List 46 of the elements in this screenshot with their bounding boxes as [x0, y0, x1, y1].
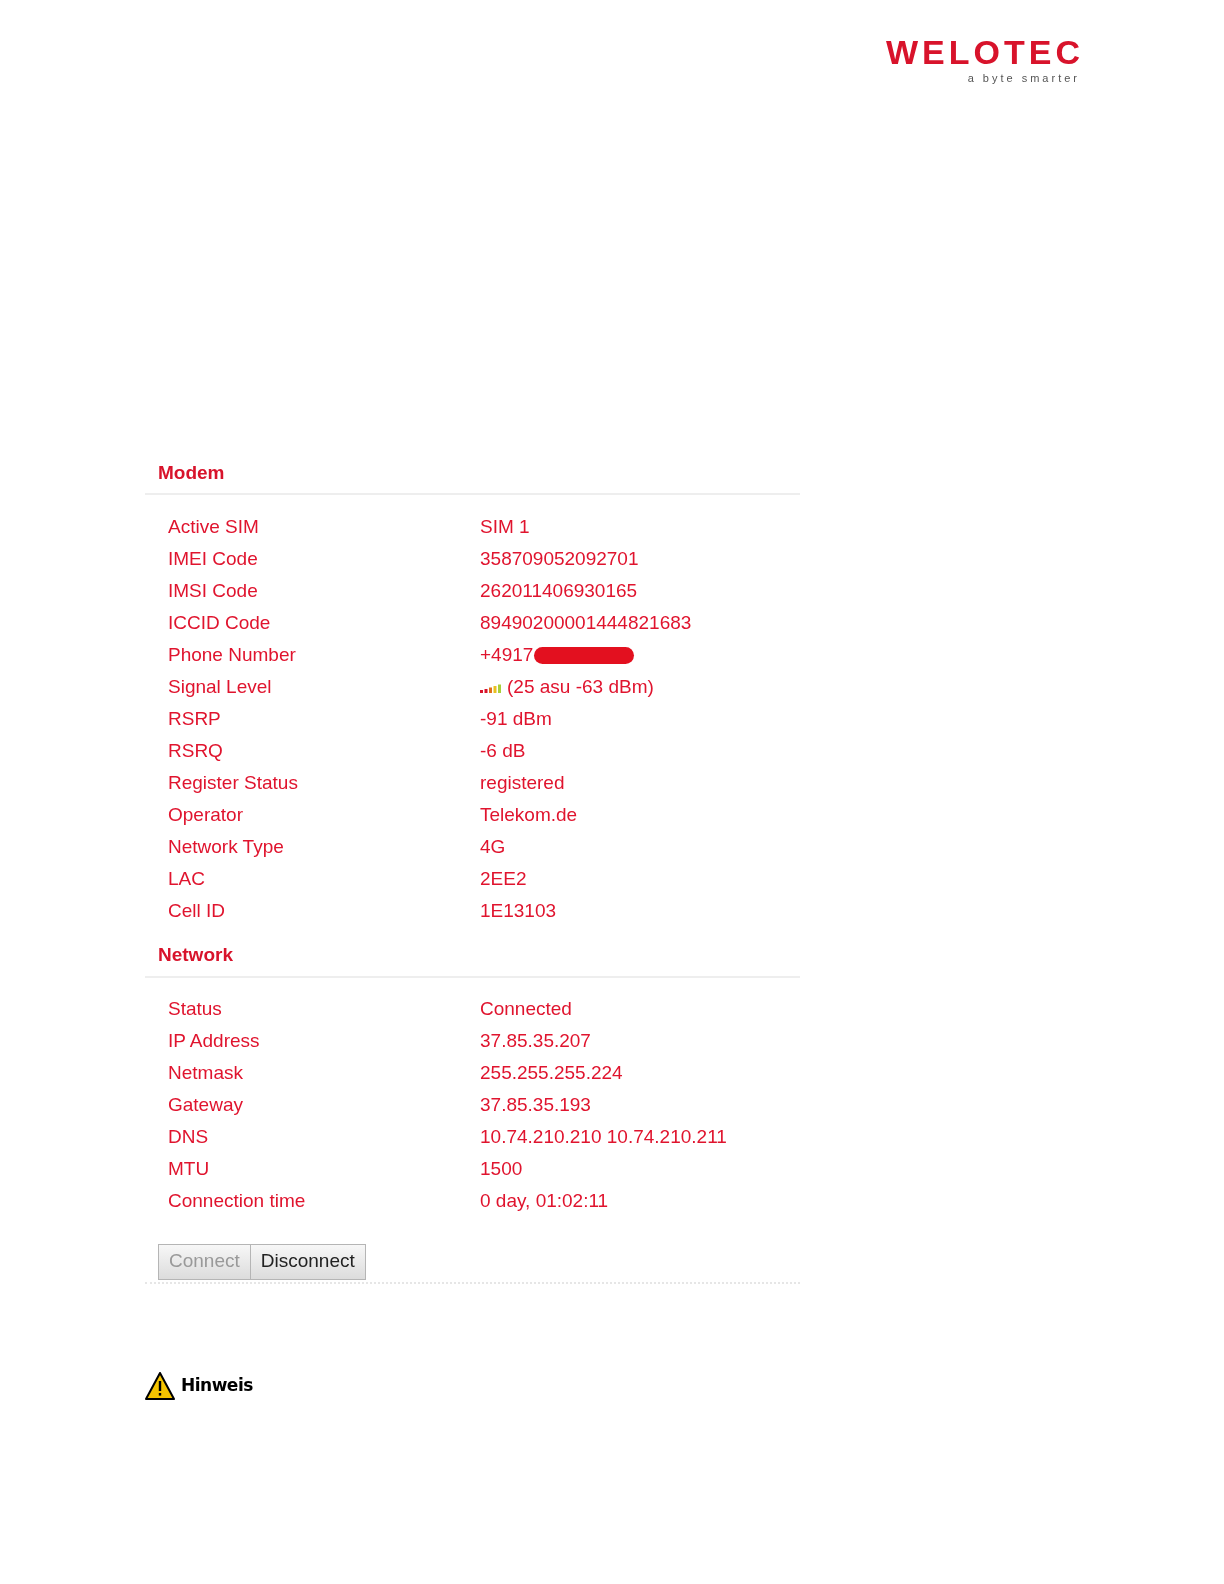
section-heading: Network	[145, 941, 800, 978]
field-label: MTU	[167, 1157, 211, 1182]
field-label: ICCID Code	[167, 610, 272, 635]
field-label: Signal Level	[167, 674, 273, 699]
field-label: Phone Number	[167, 642, 297, 667]
field-label: Cell ID	[167, 898, 226, 923]
field-value: +4917	[480, 642, 534, 667]
field-label: IP Address	[167, 1029, 261, 1054]
field-label: DNS	[167, 1125, 210, 1150]
action-button[interactable]: Disconnect	[249, 1243, 366, 1280]
field-value: 10.74.210.210 10.74.210.211	[480, 1125, 727, 1150]
logo-tagline: a byte smarter	[967, 71, 1080, 86]
logo-wordmark: WELOTEC	[886, 36, 1084, 68]
field-value: 2EE2	[480, 866, 527, 891]
note-title: Hinweis	[181, 1373, 253, 1397]
field-value: 4G	[480, 834, 506, 859]
field-value: 358709052092701	[480, 546, 639, 571]
field-label: Active SIM	[167, 514, 260, 539]
field-value: 1500	[480, 1157, 523, 1182]
field-value: Telekom.de	[480, 802, 578, 827]
field-value: 37.85.35.207	[480, 1029, 591, 1054]
field-value: -6 dB	[480, 738, 526, 763]
field-value: (25 asu -63 dBm)	[507, 674, 654, 699]
field-value: -91 dBm	[480, 706, 552, 731]
field-label: Gateway	[167, 1093, 244, 1118]
section-heading: Modem	[145, 458, 800, 495]
field-label: Connection time	[167, 1189, 307, 1214]
field-value: registered	[480, 770, 565, 795]
field-value: 1E13103	[480, 898, 557, 923]
field-label: IMSI Code	[167, 578, 259, 603]
field-value: 0 day, 01:02:11	[480, 1189, 609, 1214]
field-label: Register Status	[167, 770, 299, 795]
field-label: LAC	[167, 866, 206, 891]
field-value: 37.85.35.193	[480, 1093, 591, 1118]
field-label: Netmask	[167, 1061, 244, 1086]
field-label: Operator	[167, 802, 244, 827]
field-label: RSRQ	[167, 738, 224, 763]
field-label: Network Type	[167, 834, 285, 859]
field-label: IMEI Code	[167, 546, 259, 571]
field-value: Connected	[480, 997, 572, 1022]
field-label: Status	[167, 997, 223, 1022]
field-value: 255.255.255.224	[480, 1061, 623, 1086]
field-label: RSRP	[167, 706, 222, 731]
field-value: 262011406930165	[480, 578, 638, 603]
field-value: 89490200001444821683	[480, 610, 692, 635]
field-value: SIM 1	[480, 514, 530, 539]
